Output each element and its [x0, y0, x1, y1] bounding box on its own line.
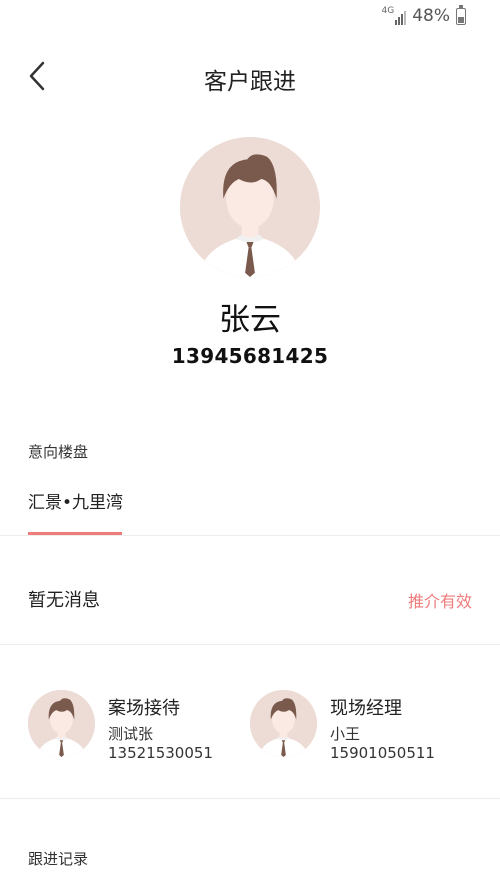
message-text: 暂无消息 — [28, 590, 100, 611]
divider — [0, 644, 500, 645]
status-indicators: 4G 48% — [382, 4, 466, 26]
recommendation-status: 推介有效 — [407, 592, 472, 611]
network-type: 4G — [381, 6, 395, 16]
follow-up-records-label: 跟进记录 — [28, 850, 89, 868]
user-avatar-icon — [250, 690, 317, 757]
staff-card-reception[interactable]: 案场接待 测试张 13521530051 — [28, 690, 228, 770]
staff-avatar — [250, 690, 317, 757]
project-tab[interactable]: 汇景•九里湾 — [28, 488, 124, 535]
divider — [0, 535, 500, 536]
project-tab-label: 汇景•九里湾 — [28, 493, 124, 513]
message-row[interactable]: 暂无消息 推介有效 — [0, 550, 500, 644]
customer-avatar — [180, 137, 320, 277]
header: 客户跟进 — [0, 52, 500, 102]
battery-icon — [456, 4, 466, 25]
staff-phone: 15901050511 — [330, 744, 435, 762]
staff-name: 测试张 — [108, 725, 154, 743]
staff-avatar — [28, 690, 95, 757]
customer-name: 张云 — [219, 302, 281, 338]
divider — [0, 798, 500, 799]
status-bar: 4G 48% — [0, 0, 500, 34]
staff-phone: 13521530051 — [108, 744, 213, 762]
page-title: 客户跟进 — [204, 69, 296, 95]
user-avatar-icon — [180, 137, 320, 277]
staff-name: 小王 — [330, 725, 361, 743]
intent-project-label: 意向楼盘 — [28, 443, 89, 461]
staff-role: 现场经理 — [330, 698, 402, 719]
customer-phone[interactable]: 13945681425 — [0, 344, 500, 368]
signal-icon: 4G — [382, 7, 407, 25]
staff-role: 案场接待 — [108, 698, 180, 719]
battery-percent: 48% — [412, 6, 450, 26]
user-avatar-icon — [28, 690, 95, 757]
staff-card-manager[interactable]: 现场经理 小王 15901050511 — [250, 690, 460, 770]
